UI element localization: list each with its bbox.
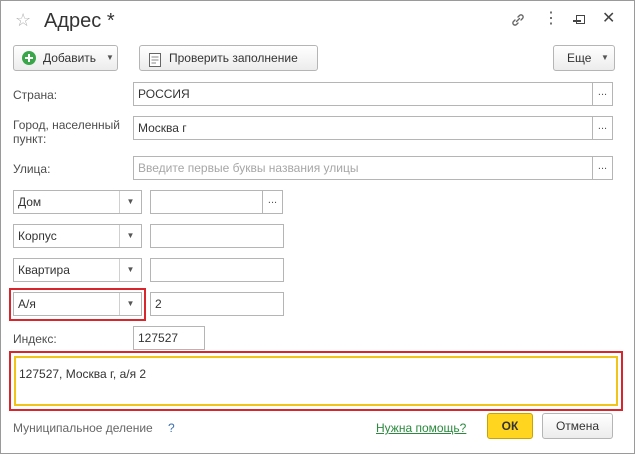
link-icon[interactable]	[510, 12, 526, 31]
add-icon	[22, 51, 36, 65]
address-text-area[interactable]: 127527, Москва г, а/я 2	[14, 356, 618, 406]
apartment-type-select[interactable]: Квартира ▼	[13, 258, 142, 282]
apartment-input[interactable]	[150, 258, 284, 282]
street-label: Улица:	[13, 162, 51, 176]
pobox-type-select[interactable]: А/я ▼	[13, 292, 142, 316]
star-icon[interactable]: ☆	[15, 11, 31, 29]
pobox-input[interactable]: 2	[150, 292, 284, 316]
address-text: 127527, Москва г, а/я 2	[19, 367, 147, 381]
add-button-label: Добавить	[43, 51, 97, 65]
maximize-icon[interactable]	[576, 15, 585, 24]
city-label: Город, населенный пункт:	[13, 118, 120, 146]
building-type-select[interactable]: Корпус ▼	[13, 224, 142, 248]
add-button[interactable]: Добавить ▼	[13, 45, 118, 71]
document-check-icon	[149, 51, 161, 67]
more-button[interactable]: Еще ▼	[553, 45, 615, 71]
house-select-button[interactable]: ...	[262, 190, 283, 214]
building-input[interactable]	[150, 224, 284, 248]
ok-button[interactable]: ОК	[487, 413, 533, 439]
index-label: Индекс:	[13, 332, 57, 346]
house-type-select[interactable]: Дом ▼	[13, 190, 142, 214]
pobox-type-value: А/я	[18, 297, 36, 311]
more-button-label: Еще	[567, 51, 592, 65]
help-link[interactable]: Нужна помощь?	[376, 421, 466, 435]
country-select-button[interactable]: ...	[592, 82, 613, 106]
close-icon[interactable]: ✕	[602, 11, 615, 27]
house-type-value: Дом	[18, 195, 42, 209]
chevron-down-icon[interactable]: ▼	[119, 225, 141, 247]
building-type-value: Корпус	[18, 229, 57, 243]
street-select-button[interactable]: ...	[592, 156, 613, 180]
country-label: Страна:	[13, 88, 58, 102]
index-input[interactable]: 127527	[133, 326, 205, 350]
cancel-button[interactable]: Отмена	[542, 413, 613, 439]
street-input[interactable]: Введите первые буквы названия улицы	[133, 156, 593, 180]
house-input[interactable]	[150, 190, 263, 214]
apartment-type-value: Квартира	[18, 263, 70, 277]
check-fill-label: Проверить заполнение	[169, 51, 298, 65]
more-vertical-icon[interactable]: ⋮	[543, 11, 559, 27]
check-fill-button[interactable]: Проверить заполнение	[139, 45, 318, 71]
question-icon[interactable]: ?	[168, 421, 175, 435]
city-select-button[interactable]: ...	[592, 116, 613, 140]
address-dialog: ☆ Адрес * ⋮ ✕ Добавить ▼ Проверить запол…	[0, 0, 635, 454]
chevron-down-icon: ▼	[106, 53, 114, 62]
window-title: Адрес *	[44, 10, 115, 32]
chevron-down-icon: ▼	[601, 53, 609, 62]
chevron-down-icon[interactable]: ▼	[119, 191, 141, 213]
country-input[interactable]: РОССИЯ	[133, 82, 593, 106]
municipal-division-label[interactable]: Муниципальное деление	[13, 421, 153, 435]
city-input[interactable]: Москва г	[133, 116, 593, 140]
chevron-down-icon[interactable]: ▼	[119, 293, 141, 315]
chevron-down-icon[interactable]: ▼	[119, 259, 141, 281]
